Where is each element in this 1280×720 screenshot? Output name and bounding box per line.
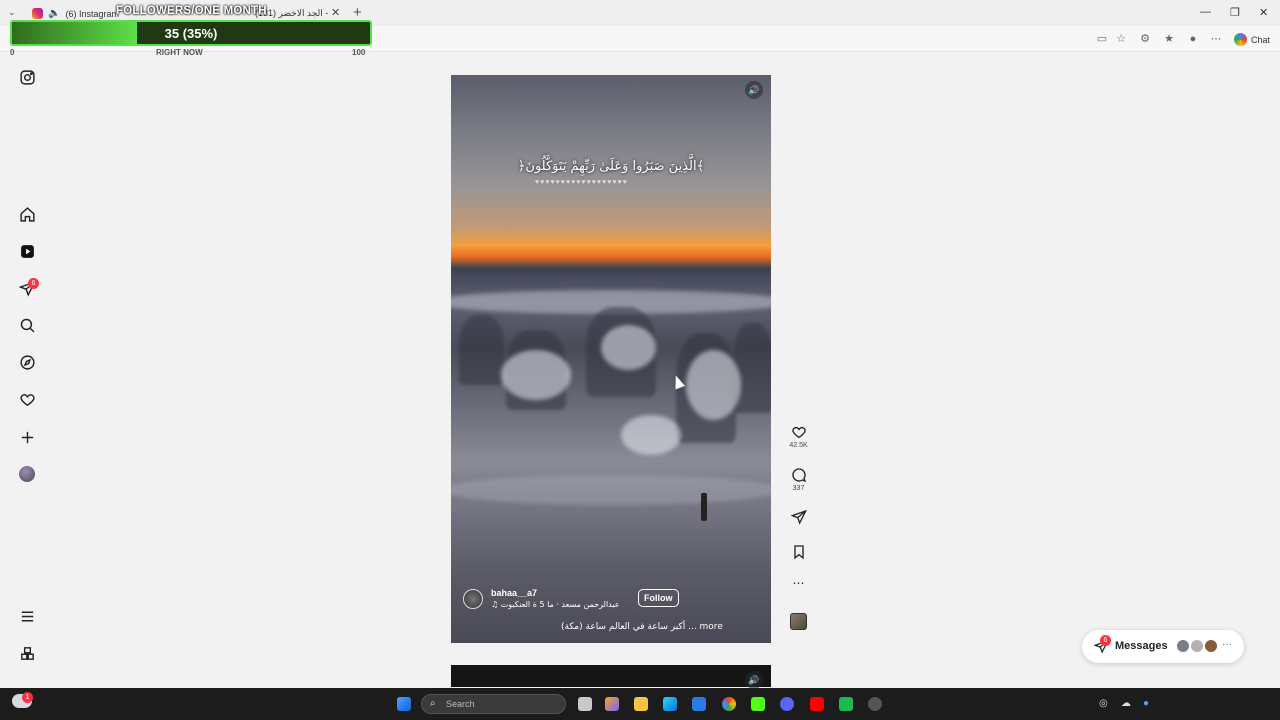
create-plus-icon[interactable] bbox=[18, 428, 36, 446]
messages-label: Messages bbox=[1115, 640, 1168, 652]
progress-max-label: 100 bbox=[352, 48, 366, 57]
discord-icon[interactable] bbox=[780, 697, 794, 711]
tray-mic-icon[interactable]: ● bbox=[1143, 698, 1149, 709]
task-view-icon[interactable] bbox=[578, 697, 592, 711]
progress-min-label: 0 bbox=[10, 48, 15, 57]
messages-more[interactable]: ··· bbox=[1222, 639, 1232, 650]
chat-label: Chat bbox=[1251, 34, 1271, 45]
reading-view-icon[interactable]: ▭ bbox=[1095, 32, 1109, 46]
snow-mound bbox=[621, 415, 681, 455]
more-options-icon[interactable]: ⋯ bbox=[1209, 32, 1223, 46]
follow-button[interactable]: Follow bbox=[638, 589, 679, 607]
like-action[interactable]: 42.5K bbox=[789, 424, 808, 449]
snow-mound bbox=[601, 325, 656, 370]
messages-badge: 6 bbox=[1100, 635, 1111, 646]
snow-field bbox=[451, 475, 771, 505]
kick-app-icon[interactable] bbox=[751, 697, 765, 711]
caption-decoration: ♥♥♥♥♥♥♥♥♥♥♥♥♥♥♥♥♥♥ bbox=[535, 179, 628, 186]
progress-current-label: RIGHT NOW bbox=[156, 48, 203, 57]
file-explorer-icon[interactable] bbox=[634, 697, 648, 711]
share-action[interactable] bbox=[789, 509, 808, 525]
followers-progress-bar: 35 (35%) bbox=[10, 20, 372, 46]
like-heart-icon[interactable] bbox=[791, 424, 807, 440]
restore-icon[interactable]: ❐ bbox=[1230, 6, 1240, 19]
audio-thumbnail[interactable] bbox=[790, 613, 807, 630]
extensions-icon[interactable]: ⚙ bbox=[1138, 32, 1152, 46]
app-icon[interactable] bbox=[839, 697, 853, 711]
message-avatar bbox=[1204, 639, 1218, 653]
favorites-icon[interactable]: ★ bbox=[1162, 32, 1176, 46]
snow-mound bbox=[501, 350, 571, 400]
message-avatar bbox=[1176, 639, 1190, 653]
profile-icon[interactable]: ● bbox=[1186, 32, 1200, 46]
explore-icon[interactable] bbox=[18, 353, 36, 371]
next-reel-video[interactable]: 🔊 bbox=[451, 665, 771, 689]
store-icon[interactable] bbox=[692, 697, 706, 711]
tab-list-chevron-icon[interactable]: ⌄ bbox=[8, 7, 16, 18]
edge-browser-icon[interactable] bbox=[663, 697, 677, 711]
comments-count: 337 bbox=[792, 485, 805, 492]
comment-action[interactable]: 337 bbox=[789, 467, 808, 492]
fence-post bbox=[701, 493, 707, 521]
notifications-badge: 6 bbox=[28, 278, 39, 289]
profile-avatar[interactable] bbox=[18, 465, 36, 483]
taskbar-search[interactable]: ⌕ Search bbox=[421, 694, 566, 714]
author-username[interactable]: bahaa__a7 bbox=[491, 588, 537, 598]
snowy-tree bbox=[459, 315, 504, 385]
tray-camera-icon[interactable]: ◎ bbox=[1099, 698, 1108, 709]
likes-count: 42.5K bbox=[789, 442, 808, 449]
volume-icon[interactable]: 🔊 bbox=[745, 81, 763, 99]
reel-description[interactable]: أكبر ساعة في العالم ساعة (مكة) ... more bbox=[561, 622, 723, 632]
weather-badge: 1 bbox=[22, 692, 33, 703]
snowy-tree bbox=[733, 323, 771, 413]
progress-text: 35 (35%) bbox=[164, 26, 218, 41]
reel-video[interactable]: ﴿الَّذِينَ صَبَرُوا وَعَلَىٰ رَبِّهِمْ ي… bbox=[451, 75, 771, 643]
music-info[interactable]: ♫ عبدالرحمن مسعد · ما 5 ة العنكبوت bbox=[491, 600, 620, 609]
volume-icon[interactable]: 🔊 bbox=[745, 671, 763, 689]
message-avatar bbox=[1190, 639, 1204, 653]
speaker-icon[interactable]: 🔈 bbox=[48, 8, 60, 19]
widgets-app-icon[interactable] bbox=[605, 697, 619, 711]
copilot-chat-button[interactable]: Chat bbox=[1234, 33, 1270, 46]
start-windows-icon[interactable] bbox=[397, 697, 411, 711]
instagram-logo-icon[interactable] bbox=[18, 68, 36, 86]
new-tab-button[interactable]: + bbox=[353, 4, 362, 21]
menu-hamburger-icon[interactable] bbox=[18, 607, 36, 625]
close-tab-icon[interactable]: ✕ bbox=[331, 6, 340, 19]
tab-instagram-label: (6) Instagram bbox=[65, 8, 119, 19]
reels-icon[interactable] bbox=[18, 242, 36, 260]
instagram-tab-icon bbox=[32, 8, 43, 19]
reel-caption-text: ﴿الَّذِينَ صَبَرُوا وَعَلَىٰ رَبِّهِمْ ي… bbox=[517, 159, 705, 174]
more-options-icon[interactable]: ⋯ bbox=[789, 576, 808, 590]
search-icon[interactable] bbox=[18, 316, 36, 334]
followers-goal-title: FOLLOWERS/ONE MONTH bbox=[116, 5, 267, 17]
youtube-icon[interactable] bbox=[810, 697, 824, 711]
minimize-icon[interactable]: — bbox=[1200, 6, 1211, 18]
taskbar-search-placeholder: Search bbox=[446, 699, 475, 709]
comment-icon[interactable] bbox=[791, 467, 807, 483]
copilot-icon bbox=[1234, 33, 1247, 46]
snow-mound bbox=[686, 350, 741, 420]
close-window-icon[interactable]: ✕ bbox=[1259, 6, 1268, 19]
messages-button[interactable]: 6 Messages ··· bbox=[1082, 630, 1244, 663]
also-from-meta-icon[interactable] bbox=[18, 644, 36, 662]
chrome-icon[interactable] bbox=[722, 697, 736, 711]
save-action[interactable] bbox=[789, 544, 808, 560]
home-icon[interactable] bbox=[18, 205, 36, 223]
tray-cloud-icon[interactable]: ☁ bbox=[1121, 698, 1131, 709]
bookmark-icon[interactable] bbox=[791, 544, 807, 560]
search-icon: ⌕ bbox=[430, 698, 436, 709]
favorite-star-icon[interactable]: ☆ bbox=[1114, 32, 1128, 46]
author-avatar[interactable] bbox=[463, 589, 483, 609]
heart-notifications-icon[interactable] bbox=[18, 390, 36, 408]
obs-icon[interactable] bbox=[868, 697, 882, 711]
share-icon[interactable] bbox=[790, 509, 807, 525]
